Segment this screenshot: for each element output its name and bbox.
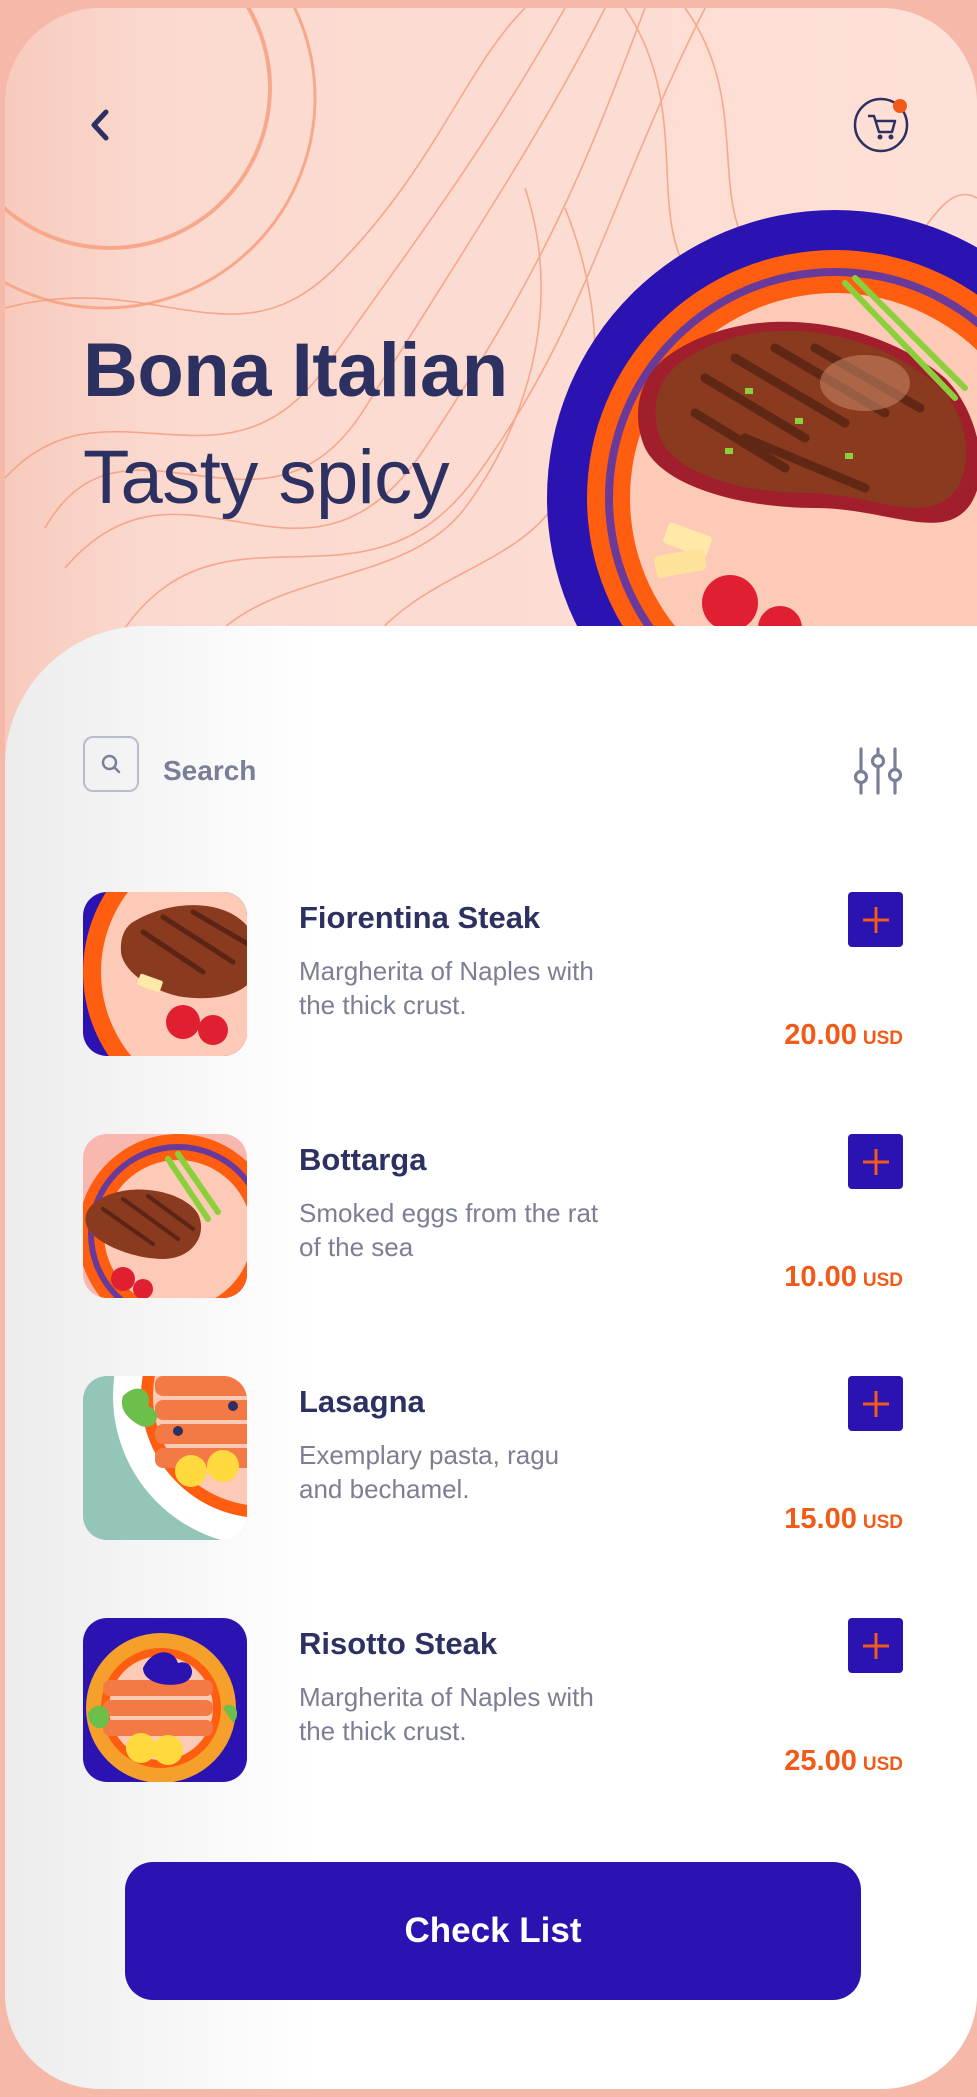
plus-icon xyxy=(862,1148,889,1175)
price-value: 10.00 xyxy=(784,1261,857,1293)
item-price: 15.00 USD xyxy=(784,1503,903,1536)
item-name: Lasagna xyxy=(299,1384,425,1419)
item-image xyxy=(83,1376,247,1540)
item-image xyxy=(83,892,247,1056)
chevron-left-icon xyxy=(91,109,109,141)
plus-icon xyxy=(862,906,889,933)
price-value: 15.00 xyxy=(784,1503,857,1535)
price-value: 20.00 xyxy=(784,1019,857,1051)
price-value: 25.00 xyxy=(784,1745,857,1777)
item-description: Exemplary pasta, ragu and bechamel. xyxy=(299,1440,560,1504)
app-screen: Bona Italian Tasty spicy Search Fiorenti… xyxy=(5,8,977,2089)
item-price: 20.00 USD xyxy=(784,1019,903,1052)
price-currency: USD xyxy=(862,1512,903,1533)
price-currency: USD xyxy=(862,1028,903,1049)
add-to-cart-button[interactable] xyxy=(848,1376,903,1431)
shopping-cart-icon xyxy=(853,97,909,153)
list-item[interactable]: Bottarga Smoked eggs from the rat of the… xyxy=(83,1134,903,1299)
item-name: Risotto Steak xyxy=(299,1626,498,1661)
item-name: Bottarga xyxy=(299,1142,427,1177)
item-price: 10.00 USD xyxy=(784,1261,903,1294)
item-image xyxy=(83,1134,247,1298)
check-list-button[interactable]: Check List xyxy=(125,1862,861,2000)
item-description: Margherita of Naples with the thick crus… xyxy=(299,1682,594,1746)
item-description: Smoked eggs from the rat of the sea xyxy=(299,1198,599,1262)
item-price: 25.00 USD xyxy=(784,1745,903,1778)
item-name: Fiorentina Steak xyxy=(299,900,541,935)
add-to-cart-button[interactable] xyxy=(848,1134,903,1189)
price-currency: USD xyxy=(862,1270,903,1291)
add-to-cart-button[interactable] xyxy=(848,1618,903,1673)
page-subtitle: Tasty spicy xyxy=(83,435,450,520)
price-currency: USD xyxy=(862,1754,903,1775)
item-description: Margherita of Naples with the thick crus… xyxy=(299,956,594,1020)
page-title: Bona Italian xyxy=(83,328,508,413)
sliders-icon xyxy=(853,747,903,795)
back-button[interactable] xyxy=(75,100,125,150)
search-button[interactable] xyxy=(83,736,139,792)
cart-button[interactable] xyxy=(848,92,914,158)
search-icon xyxy=(101,754,121,774)
list-item[interactable]: Risotto Steak Margherita of Naples with … xyxy=(83,1618,903,1783)
add-to-cart-button[interactable] xyxy=(848,892,903,947)
search-input[interactable]: Search xyxy=(163,755,256,787)
plus-icon xyxy=(862,1632,889,1659)
item-image xyxy=(83,1618,247,1782)
hero-steak-illustration xyxy=(547,210,977,648)
filter-button[interactable] xyxy=(853,746,903,796)
plus-icon xyxy=(862,1390,889,1417)
list-item[interactable]: Lasagna Exemplary pasta, ragu and becham… xyxy=(83,1376,903,1541)
list-item[interactable]: Fiorentina Steak Margherita of Naples wi… xyxy=(83,892,903,1057)
